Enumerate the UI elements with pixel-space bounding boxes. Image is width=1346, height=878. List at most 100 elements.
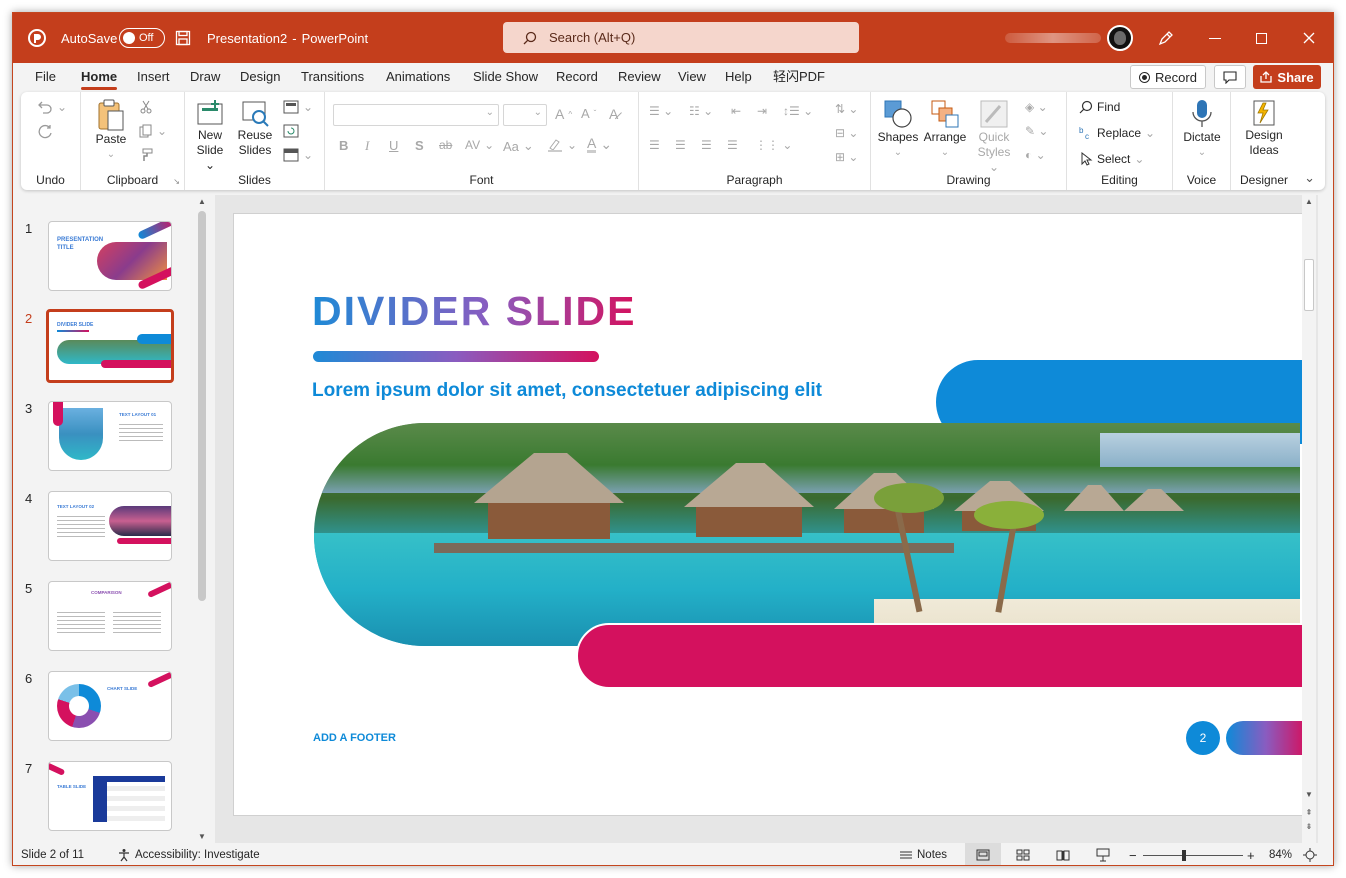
slide-subtitle[interactable]: Lorem ipsum dolor sit amet, consectetuer…: [312, 380, 822, 402]
bullets-icon[interactable]: ☰ ⌄: [649, 104, 673, 118]
decrease-font-icon[interactable]: Aˇ: [581, 106, 596, 121]
justify-icon[interactable]: ☰: [727, 138, 738, 152]
smartart-icon[interactable]: ⊞ ⌄: [835, 150, 858, 164]
increase-font-icon[interactable]: A ^: [555, 106, 572, 122]
slide-thumbnail-5[interactable]: COMPARISON: [48, 581, 172, 651]
shapes-button[interactable]: Shapes ⌄: [877, 98, 919, 160]
layout-icon[interactable]: ⌄: [283, 100, 313, 114]
slide-thumbnail-6[interactable]: CHART SLIDE: [48, 671, 172, 741]
align-text-icon[interactable]: ⊟ ⌄: [835, 126, 858, 140]
tab-help[interactable]: Help: [725, 63, 752, 91]
shape-fill-icon[interactable]: ◈ ⌄: [1025, 100, 1048, 114]
tab-animations[interactable]: Animations: [386, 63, 450, 91]
decrease-indent-icon[interactable]: ⇤: [731, 104, 741, 118]
slide-thumbnail-4[interactable]: TEXT LAYOUT 02: [48, 491, 172, 561]
zoom-in-button[interactable]: +: [1247, 843, 1255, 865]
redo-button[interactable]: [37, 124, 53, 140]
close-button[interactable]: [1303, 13, 1315, 63]
find-button[interactable]: Find: [1079, 100, 1120, 114]
notes-button[interactable]: Notes: [899, 843, 947, 865]
tab-transitions[interactable]: Transitions: [301, 63, 364, 91]
highlight-icon[interactable]: ⌄: [547, 138, 577, 152]
font-color-button[interactable]: A ⌄: [587, 136, 612, 153]
change-case-button[interactable]: Aa ⌄: [503, 138, 534, 154]
account-name-blurred[interactable]: [1005, 13, 1101, 63]
new-slide-button[interactable]: New Slide ⌄: [191, 98, 229, 173]
reading-view-button[interactable]: [1056, 843, 1070, 865]
slide-sorter-button[interactable]: [1016, 843, 1030, 865]
tab-file[interactable]: File: [35, 63, 56, 91]
text-direction-icon[interactable]: ⇅ ⌄: [835, 102, 858, 116]
italic-button[interactable]: I: [365, 138, 369, 154]
align-center-icon[interactable]: ☰: [675, 138, 686, 152]
slide-thumbnail-2[interactable]: DIVIDER SLIDE: [46, 309, 174, 383]
thumbnail-scrollbar[interactable]: ▲ ▼: [195, 195, 209, 843]
tab-view[interactable]: View: [678, 63, 706, 91]
shape-outline-icon[interactable]: ✎ ⌄: [1025, 124, 1048, 138]
slideshow-button[interactable]: [1096, 843, 1110, 865]
pen-icon[interactable]: [1157, 13, 1175, 63]
avatar[interactable]: [1107, 13, 1133, 63]
tab-record[interactable]: Record: [556, 63, 598, 91]
slide-thumbnail-3[interactable]: TEXT LAYOUT 01: [48, 401, 172, 471]
font-size-combo[interactable]: ⌄: [503, 104, 547, 126]
editor-scrollbar[interactable]: ▲ ▼ ⇞ ⇟: [1302, 195, 1316, 843]
fit-to-window-button[interactable]: [1303, 843, 1317, 865]
slide-thumbnail-1[interactable]: PRESENTATION TITLE: [48, 221, 172, 291]
maximize-button[interactable]: [1256, 13, 1267, 63]
tab-review[interactable]: Review: [618, 63, 661, 91]
tab-pdf[interactable]: 轻闪PDF: [773, 63, 825, 91]
tab-draw[interactable]: Draw: [190, 63, 220, 91]
shape-effects-icon[interactable]: ◐ ⌄: [1025, 148, 1046, 162]
save-icon[interactable]: [175, 13, 191, 63]
normal-view-button[interactable]: [965, 843, 1001, 865]
search-box[interactable]: Search (Alt+Q): [503, 22, 859, 53]
record-button[interactable]: Record: [1130, 65, 1206, 89]
clear-format-icon[interactable]: A̷: [609, 106, 618, 122]
tab-home[interactable]: Home: [81, 63, 118, 91]
slide-number-circle[interactable]: 2: [1186, 721, 1220, 755]
shadow-button[interactable]: S: [415, 138, 424, 153]
design-ideas-button[interactable]: Design Ideas: [1239, 98, 1289, 158]
numbering-icon[interactable]: ☷ ⌄: [689, 104, 713, 118]
dictate-button[interactable]: Dictate ⌄: [1179, 98, 1225, 160]
cut-icon[interactable]: [139, 100, 153, 114]
align-left-icon[interactable]: ☰: [649, 138, 660, 152]
slide-thumbnail-7[interactable]: TABLE SLIDE: [48, 761, 172, 831]
align-right-icon[interactable]: ☰: [701, 138, 712, 152]
increase-indent-icon[interactable]: ⇥: [757, 104, 767, 118]
tab-insert[interactable]: Insert: [137, 63, 170, 91]
undo-button[interactable]: ⌄: [37, 100, 67, 114]
underline-button[interactable]: U: [389, 138, 398, 153]
arrange-button[interactable]: Arrange ⌄: [921, 98, 969, 160]
reset-icon[interactable]: [283, 124, 299, 138]
paste-button[interactable]: Paste ⌄: [93, 98, 129, 162]
char-spacing-button[interactable]: AV ⌄: [465, 138, 494, 152]
columns-icon[interactable]: ⋮⋮ ⌄: [755, 138, 792, 152]
slide-canvas[interactable]: DIVIDER SLIDE Lorem ipsum dolor sit amet…: [233, 213, 1303, 816]
strikethrough-button[interactable]: ab: [439, 138, 452, 152]
slide-footer[interactable]: ADD A FOOTER: [313, 732, 396, 744]
collapse-ribbon-icon[interactable]: ⌄: [1304, 170, 1315, 186]
dialog-launcher-icon[interactable]: ↘: [173, 177, 180, 186]
slide-title[interactable]: DIVIDER SLIDE: [312, 288, 636, 335]
section-icon[interactable]: ⌄: [283, 148, 313, 162]
copy-icon[interactable]: ⌄: [139, 124, 167, 138]
tab-design[interactable]: Design: [240, 63, 280, 91]
replace-button[interactable]: bc Replace ⌄: [1079, 126, 1155, 140]
zoom-slider[interactable]: [1143, 843, 1243, 865]
tab-slide-show[interactable]: Slide Show: [473, 63, 538, 91]
comments-button[interactable]: [1214, 65, 1246, 89]
accessibility-status[interactable]: Accessibility: Investigate: [117, 843, 260, 865]
font-family-combo[interactable]: ⌄: [333, 104, 499, 126]
zoom-out-button[interactable]: −: [1129, 843, 1137, 865]
quick-styles-button[interactable]: Quick Styles ⌄: [973, 98, 1015, 175]
bold-button[interactable]: B: [339, 138, 348, 153]
minimize-button[interactable]: [1209, 13, 1221, 63]
reuse-slides-button[interactable]: Reuse Slides: [235, 98, 275, 158]
autosave-toggle[interactable]: Off: [119, 13, 165, 63]
line-spacing-icon[interactable]: ↕☰ ⌄: [783, 104, 813, 118]
next-slide-icon[interactable]: ⇟: [1302, 822, 1316, 831]
format-painter-icon[interactable]: [139, 148, 153, 162]
prev-slide-icon[interactable]: ⇞: [1302, 808, 1316, 817]
